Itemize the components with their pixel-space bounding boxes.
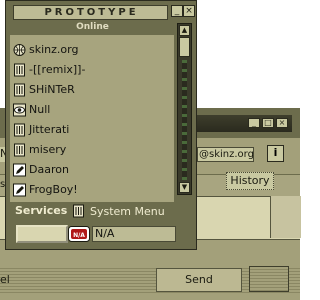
chat-maximize-button[interactable]: □ [262,118,274,128]
list-item[interactable]: skinz.org [13,40,173,59]
list-item[interactable]: SHiNTeR [13,80,173,99]
buddy-list: skinz.org -[[remix]]- SHiNTeR Null Jitte… [10,35,174,203]
web-icon [13,43,26,57]
list-item[interactable]: misery [13,140,173,159]
mobile-icon [13,63,26,77]
buddy-name: SHiNTeR [29,83,75,96]
window-title: PROTOTYPE [44,7,139,18]
cancel-button[interactable]: el [0,273,10,286]
buddy-name: Jitterati [29,123,70,136]
buddy-name: Null [29,103,51,116]
history-button[interactable]: History [226,172,274,190]
scroll-thumb[interactable] [179,37,190,57]
list-item[interactable]: Jitterati [13,120,173,139]
pen-icon [13,163,26,177]
buddy-titlebar[interactable]: PROTOTYPE [13,5,168,20]
system-menu-button[interactable]: System Menu [90,205,165,218]
buddy-list-scrollbar[interactable]: ▲ ▼ [177,23,192,195]
buddy-name: skinz.org [29,43,79,56]
scroll-track[interactable] [182,60,187,180]
list-item[interactable]: FrogBoy! [13,180,173,199]
chat-close-button[interactable]: × [276,118,288,128]
services-bar: Services System Menu [10,202,182,220]
buddy-name: misery [29,143,67,156]
mobile-icon [13,123,26,137]
buddy-close-button[interactable]: × [183,5,195,17]
chat-log-scroll-edge [270,196,301,238]
mobile-icon [13,143,26,157]
scroll-down-arrow-icon[interactable]: ▼ [179,182,190,193]
send-button[interactable]: Send [156,268,242,292]
buddy-name: -[[remix]]- [29,63,86,76]
eye-icon [13,103,26,117]
buddy-list-window: PROTOTYPE _ × Online skinz.org -[[remix]… [5,0,197,250]
list-item[interactable]: -[[remix]]- [13,60,173,79]
mobile-icon [13,83,26,97]
buddy-name: FrogBoy! [29,183,78,196]
list-item[interactable]: Daaron [13,160,173,179]
system-menu-icon[interactable] [72,204,85,218]
list-item[interactable]: Null [13,100,173,119]
pen-icon [13,183,26,197]
chat-to-field[interactable]: @skinz.org [197,147,254,162]
status-badge-icon[interactable]: N/A [68,226,90,242]
info-button[interactable]: i [267,145,284,162]
buddy-name: Daaron [29,163,69,176]
status-value: N/A [95,227,115,240]
services-button[interactable]: Services [15,204,67,217]
resize-grip[interactable] [249,266,289,292]
group-header-online[interactable]: Online [15,22,170,35]
chat-minimize-button[interactable]: _ [248,118,260,128]
scroll-up-arrow-icon[interactable]: ▲ [179,25,190,36]
buddy-action-button[interactable] [16,225,68,243]
status-badge-text: N/A [73,232,85,239]
buddy-minimize-button[interactable]: _ [171,5,183,17]
status-dropdown[interactable]: N/A [92,226,176,242]
